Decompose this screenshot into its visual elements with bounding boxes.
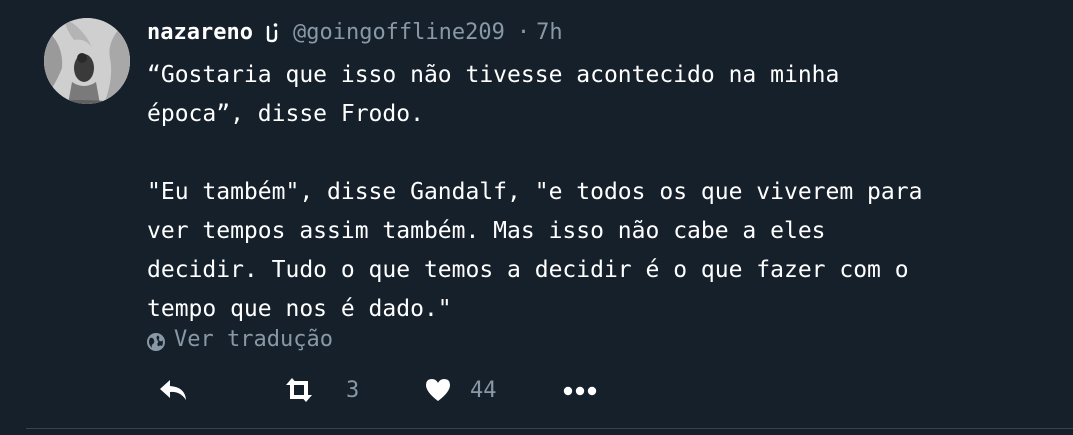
tweet-text: “Gostaria que isso não tivesse acontecid… <box>147 62 923 322</box>
divider <box>26 428 1073 429</box>
action-bar: 3 44 <box>0 370 1073 410</box>
badge-icon <box>263 21 281 43</box>
like-button[interactable]: 44 <box>424 370 497 410</box>
retweet-button[interactable]: 3 <box>282 370 359 410</box>
avatar[interactable] <box>44 18 130 104</box>
timestamp[interactable]: 7h <box>536 20 563 45</box>
display-name[interactable]: nazareno <box>147 20 253 45</box>
avatar-image <box>44 18 130 104</box>
reply-button[interactable] <box>158 370 188 410</box>
translate-label: Ver tradução <box>174 327 333 352</box>
translate-link[interactable]: Ver tradução <box>146 327 333 352</box>
tweet-header: nazareno @goingoffline209 · 7h <box>147 16 563 48</box>
globe-icon <box>147 332 165 351</box>
more-icon <box>563 386 597 396</box>
tweet: nazareno @goingoffline209 · 7h “Gostaria… <box>0 0 1073 435</box>
reply-icon <box>160 380 186 400</box>
retweet-count: 3 <box>346 377 360 403</box>
like-count: 44 <box>470 377 497 403</box>
more-button[interactable] <box>561 370 599 410</box>
heart-icon <box>426 379 450 401</box>
retweet-icon <box>286 378 312 402</box>
separator-dot: · <box>516 19 531 45</box>
user-handle[interactable]: @goingoffline209 <box>293 20 505 45</box>
